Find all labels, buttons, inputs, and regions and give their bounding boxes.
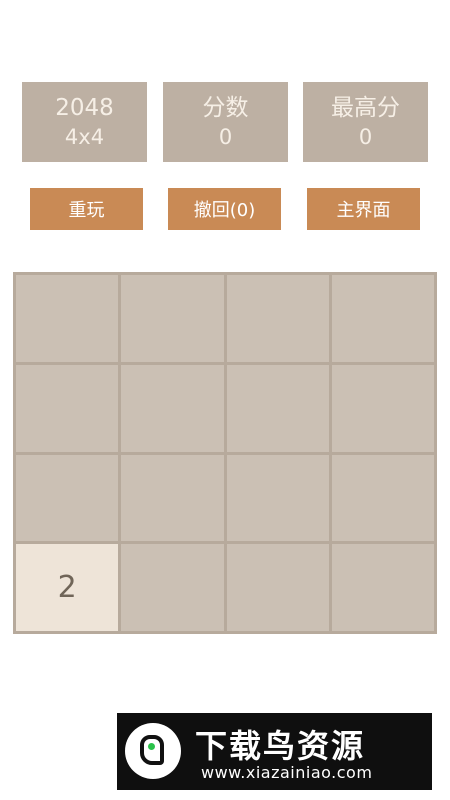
undo-button[interactable]: 撤回(0) <box>168 188 281 230</box>
empty-cell <box>226 364 329 452</box>
empty-cell <box>121 454 224 542</box>
empty-cell <box>121 364 224 452</box>
restart-button[interactable]: 重玩 <box>30 188 143 230</box>
empty-cell <box>121 275 224 362</box>
empty-cell <box>331 364 434 452</box>
mode-panel: 2048 4x4 <box>22 82 147 162</box>
bird-logo-icon <box>125 723 181 779</box>
banner-title: 下载鸟资源 <box>195 727 366 765</box>
game-board[interactable]: 2 <box>13 272 437 634</box>
watermark-banner: 下载鸟资源 www.xiazainiao.com <box>117 713 432 790</box>
score-value: 0 <box>218 125 233 149</box>
mode-title: 2048 <box>55 95 114 121</box>
main-menu-button[interactable]: 主界面 <box>307 188 420 230</box>
best-score-panel: 最高分 0 <box>303 82 428 162</box>
empty-cell <box>331 454 434 542</box>
empty-cell <box>121 544 224 631</box>
tile-2: 2 <box>16 544 119 631</box>
empty-cell <box>226 275 329 362</box>
empty-cell <box>16 364 119 452</box>
empty-cell <box>331 275 434 362</box>
banner-url: www.xiazainiao.com <box>201 763 373 782</box>
score-panel: 分数 0 <box>163 82 288 162</box>
best-score-label: 最高分 <box>331 95 400 121</box>
score-label: 分数 <box>202 95 249 121</box>
empty-cell <box>226 544 329 631</box>
empty-cell <box>331 544 434 631</box>
empty-cell <box>16 454 119 542</box>
empty-cell <box>16 275 119 362</box>
empty-cell <box>226 454 329 542</box>
best-score-value: 0 <box>358 125 373 149</box>
mode-value: 4x4 <box>64 125 105 149</box>
